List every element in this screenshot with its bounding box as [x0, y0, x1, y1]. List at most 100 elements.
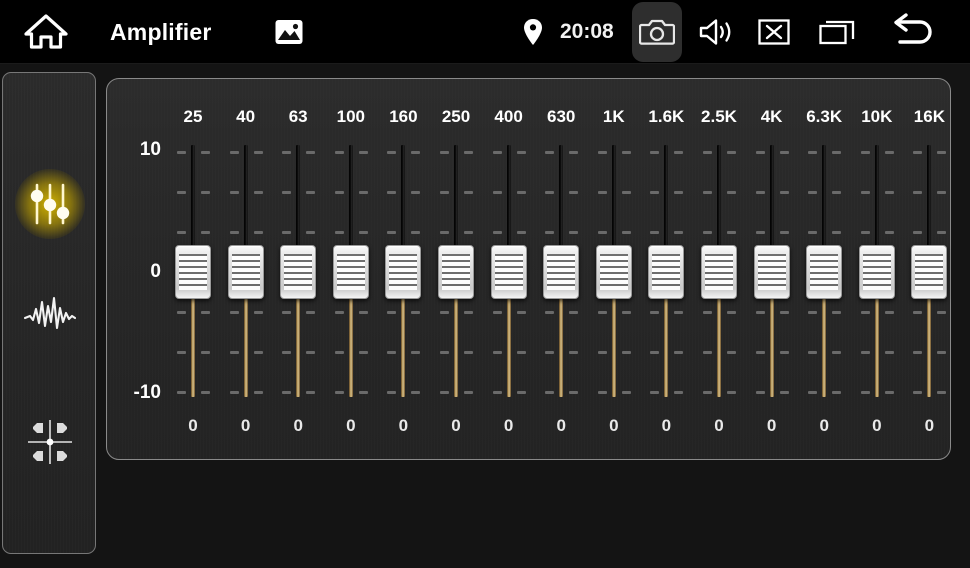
slider-tick [598, 151, 607, 154]
slider-tick [650, 191, 659, 194]
speaker-volume-icon[interactable] [696, 16, 740, 48]
mute-x-icon[interactable] [757, 18, 791, 46]
equalizer-panel: 10 0 -10 250400630100016002500400063001K… [106, 78, 951, 460]
slider-tick [756, 191, 765, 194]
slider-tick [885, 231, 894, 234]
slider-tick [650, 231, 659, 234]
slider-tick [703, 311, 712, 314]
slider-tick [727, 391, 736, 394]
slider-thumb[interactable] [596, 245, 632, 299]
band-frequency-label: 1K [586, 107, 642, 127]
slider-thumb[interactable] [333, 245, 369, 299]
band-slider[interactable] [375, 145, 431, 397]
slider-tick [832, 351, 841, 354]
slider-tick [913, 191, 922, 194]
band-slider[interactable] [586, 145, 642, 397]
band-slider[interactable] [165, 145, 221, 397]
page-title: Amplifier [110, 0, 211, 64]
slider-thumb[interactable] [385, 245, 421, 299]
band-frequency-label: 400 [481, 107, 537, 127]
slider-tick [861, 351, 870, 354]
band-slider[interactable] [744, 145, 800, 397]
band-slider[interactable] [218, 145, 274, 397]
band-value-label: 0 [638, 416, 694, 436]
slider-thumb[interactable] [859, 245, 895, 299]
slider-thumb[interactable] [701, 245, 737, 299]
slider-tick [335, 191, 344, 194]
slider-thumb[interactable] [491, 245, 527, 299]
status-bar: Amplifier 20:08 [0, 0, 970, 64]
slider-thumb[interactable] [648, 245, 684, 299]
slider-tick [440, 191, 449, 194]
slider-thumb[interactable] [806, 245, 842, 299]
slider-tick [545, 311, 554, 314]
slider-tick [808, 191, 817, 194]
eq-band: 10K0 [849, 79, 905, 461]
slider-thumb[interactable] [280, 245, 316, 299]
band-slider[interactable] [796, 145, 852, 397]
band-frequency-label: 25 [165, 107, 221, 127]
band-slider[interactable] [481, 145, 537, 397]
back-arrow-icon[interactable] [886, 10, 938, 54]
slider-tick [201, 311, 210, 314]
slider-tick [230, 311, 239, 314]
band-slider[interactable] [428, 145, 484, 397]
home-icon[interactable] [14, 8, 78, 56]
slider-tick [440, 391, 449, 394]
band-value-label: 0 [796, 416, 852, 436]
band-slider[interactable] [638, 145, 694, 397]
band-slider[interactable] [270, 145, 326, 397]
slider-thumb[interactable] [175, 245, 211, 299]
band-slider[interactable] [533, 145, 589, 397]
slider-tick [674, 231, 683, 234]
slider-thumb[interactable] [438, 245, 474, 299]
slider-tick [703, 231, 712, 234]
camera-icon[interactable] [632, 2, 682, 62]
slider-tick [780, 391, 789, 394]
slider-tick [885, 351, 894, 354]
band-frequency-label: 100 [323, 107, 379, 127]
sidebar-item-sound-effect[interactable] [11, 277, 89, 355]
location-pin-icon [518, 16, 548, 48]
slider-tick [674, 311, 683, 314]
slider-tick [780, 191, 789, 194]
slider-thumb[interactable] [543, 245, 579, 299]
band-slider[interactable] [323, 145, 379, 397]
slider-tick [493, 351, 502, 354]
slider-tick [727, 231, 736, 234]
slider-tick [832, 151, 841, 154]
slider-tick [885, 191, 894, 194]
slider-tick [937, 151, 946, 154]
image-icon[interactable] [272, 16, 306, 48]
slider-tick [622, 391, 631, 394]
band-slider[interactable] [849, 145, 905, 397]
band-frequency-label: 63 [270, 107, 326, 127]
band-slider[interactable] [901, 145, 957, 397]
slider-tick [937, 191, 946, 194]
slider-tick [727, 191, 736, 194]
slider-thumb[interactable] [228, 245, 264, 299]
band-list: 250400630100016002500400063001K01.6K02.5… [161, 79, 944, 461]
slider-tick [832, 231, 841, 234]
slider-tick [598, 351, 607, 354]
slider-tick [387, 351, 396, 354]
slider-tick [937, 231, 946, 234]
sidebar-item-equalizer[interactable] [11, 165, 89, 243]
slider-tick [201, 191, 210, 194]
recent-apps-icon[interactable] [818, 18, 856, 46]
slider-tick [598, 391, 607, 394]
slider-tick [913, 351, 922, 354]
slider-tick [201, 151, 210, 154]
slider-tick [598, 191, 607, 194]
slider-tick [569, 151, 578, 154]
slider-thumb[interactable] [754, 245, 790, 299]
slider-tick [282, 391, 291, 394]
slider-tick [464, 391, 473, 394]
axis-label-max: 10 [117, 139, 161, 161]
band-frequency-label: 160 [375, 107, 431, 127]
slider-tick [545, 351, 554, 354]
slider-tick [493, 191, 502, 194]
slider-tick [517, 351, 526, 354]
slider-thumb[interactable] [911, 245, 947, 299]
band-slider[interactable] [691, 145, 747, 397]
